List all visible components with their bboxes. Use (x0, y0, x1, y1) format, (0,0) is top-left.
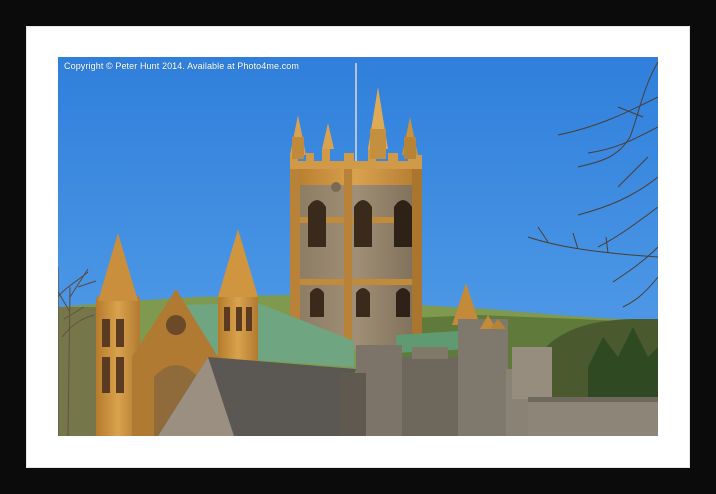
copyright-watermark: Copyright © Peter Hunt 2014. Available a… (64, 61, 299, 71)
church-photo-illustration (58, 57, 658, 436)
church-photo: Copyright © Peter Hunt 2014. Available a… (58, 57, 658, 436)
